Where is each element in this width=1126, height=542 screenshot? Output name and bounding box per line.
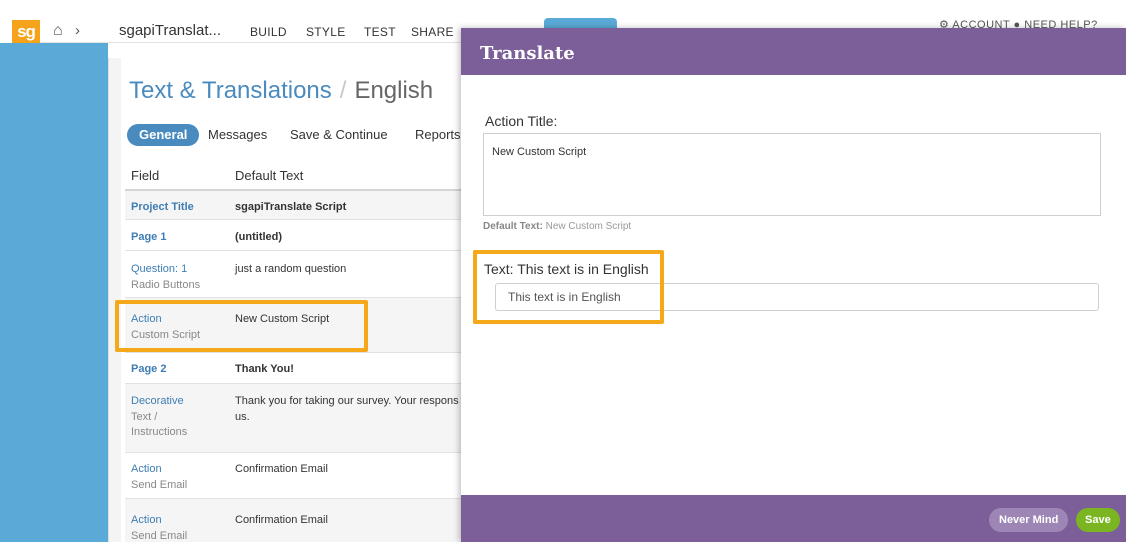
modal-header: Translate: [461, 28, 1126, 75]
tab-reports[interactable]: Reports: [415, 124, 461, 146]
sidebar: [0, 43, 108, 542]
field-type: Text /: [131, 411, 158, 423]
title-separator: /: [339, 77, 347, 104]
nav-share[interactable]: SHARE: [411, 25, 454, 39]
field-link[interactable]: Action Send Email: [131, 514, 187, 542]
column-header-default-text: Default Text: [235, 168, 304, 183]
field-type-line2: Instructions: [131, 426, 188, 438]
action-title-textarea[interactable]: New Custom Script: [483, 133, 1101, 216]
column-header-field: Field: [131, 168, 160, 183]
project-name[interactable]: sgapiTranslat...: [119, 22, 221, 39]
nav-test[interactable]: TEST: [364, 25, 396, 39]
page-title: Text & Translations / English: [129, 77, 433, 105]
field-name[interactable]: Question: 1: [131, 263, 187, 275]
never-mind-button[interactable]: Never Mind: [989, 508, 1069, 532]
field-link[interactable]: Project Title: [131, 201, 194, 213]
action-title-label: Action Title:: [485, 113, 558, 129]
field-name[interactable]: Action: [131, 514, 162, 526]
tab-save-continue[interactable]: Save & Continue: [290, 124, 388, 146]
field-type: Send Email: [131, 530, 188, 542]
default-text: Thank you for taking our survey. Your re…: [235, 393, 459, 425]
home-icon[interactable]: ⌂: [53, 22, 63, 40]
chevron-right-icon: ›: [75, 22, 80, 39]
field-link[interactable]: Decorative Text / Instructions: [131, 395, 187, 439]
default-text-hint-label: Default Text:: [483, 221, 543, 232]
field-link[interactable]: Page 2: [131, 363, 166, 375]
default-text: Confirmation Email: [235, 463, 328, 475]
default-text-hint: Default Text: New Custom Script: [483, 221, 631, 232]
field-type: Send Email: [131, 479, 188, 491]
highlight-box-action-row: [115, 300, 368, 352]
translate-modal: Translate Action Title: New Custom Scrip…: [461, 28, 1126, 542]
modal-footer: Never Mind Save: [461, 495, 1126, 542]
tab-general[interactable]: General: [127, 124, 200, 146]
nav-style[interactable]: STYLE: [306, 25, 346, 39]
field-link[interactable]: Question: 1 Radio Buttons: [131, 263, 200, 292]
field-link[interactable]: Action Send Email: [131, 463, 187, 492]
page-title-language: English: [354, 77, 434, 104]
field-type: Radio Buttons: [131, 279, 201, 291]
page-title-main[interactable]: Text & Translations: [129, 77, 332, 104]
field-name[interactable]: Action: [131, 463, 162, 475]
app-window: sg ⌂ › sgapiTranslat... BUILD STYLE TEST…: [0, 0, 1126, 542]
nav-build[interactable]: BUILD: [250, 25, 287, 39]
modal-title: Translate: [480, 43, 575, 64]
default-text-line1: Thank you for taking our survey. Your re…: [235, 395, 459, 407]
save-button[interactable]: Save: [1076, 508, 1120, 532]
field-name[interactable]: Decorative: [131, 395, 184, 407]
default-text: just a random question: [235, 263, 347, 275]
default-text: Thank You!: [235, 363, 294, 375]
highlight-box-text-field: [473, 250, 664, 324]
field-link[interactable]: Page 1: [131, 231, 166, 243]
tab-messages[interactable]: Messages: [208, 124, 267, 146]
default-text-hint-value: New Custom Script: [545, 221, 632, 232]
default-text-line2: us.: [235, 411, 250, 423]
default-text: Confirmation Email: [235, 514, 328, 526]
default-text: sgapiTranslate Script: [235, 201, 347, 213]
default-text: (untitled): [235, 231, 283, 243]
